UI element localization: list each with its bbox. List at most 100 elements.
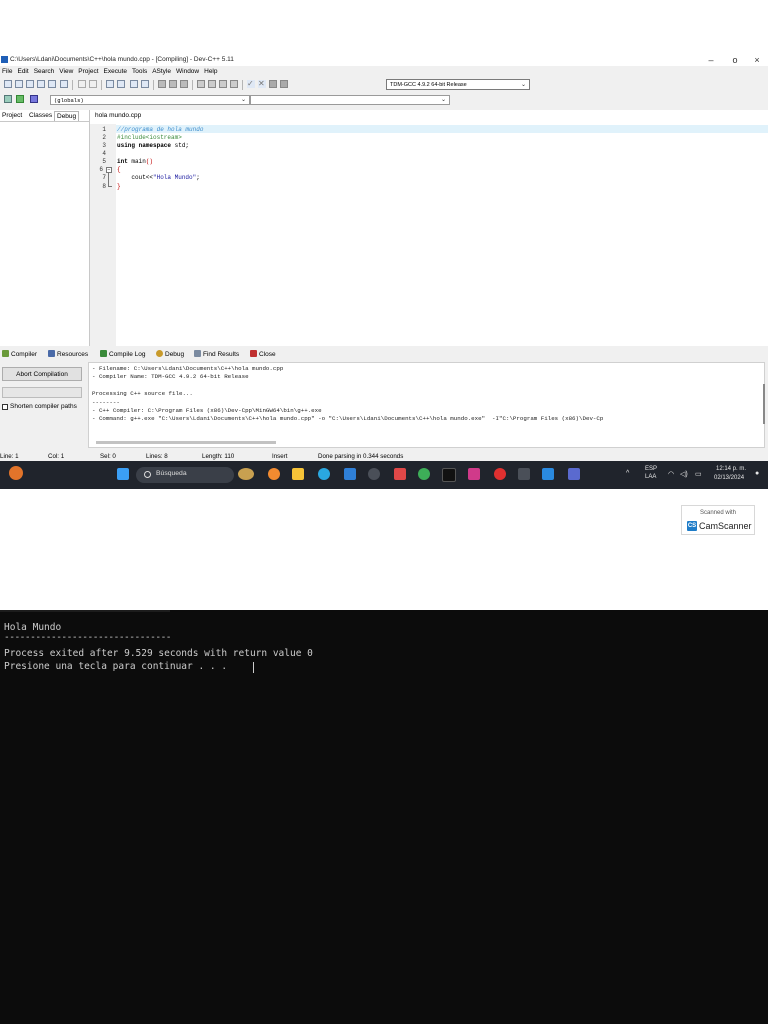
compile-icon[interactable]	[158, 80, 166, 88]
clock-time[interactable]: 12:14 p. m.	[716, 466, 746, 472]
menu-help[interactable]: Help	[204, 67, 217, 77]
toggle-bookmark-icon[interactable]	[16, 95, 24, 103]
status-length: Length: 110	[202, 453, 235, 460]
tab-classes[interactable]: Classes	[27, 111, 54, 120]
save-all-icon[interactable]	[37, 80, 45, 88]
clock-date[interactable]: 02/13/2024	[714, 475, 744, 481]
chrome-icon[interactable]	[418, 468, 430, 480]
cancel-icon[interactable]: ✕	[258, 80, 266, 88]
tab-debug[interactable]: Debug	[54, 111, 80, 121]
menu-search[interactable]: Search	[34, 67, 55, 77]
game-app-icon[interactable]	[238, 468, 254, 480]
project-options-icon[interactable]	[269, 80, 277, 88]
insert-icon[interactable]	[4, 95, 12, 103]
menu-window[interactable]: Window	[176, 67, 199, 77]
minimize-button[interactable]: –	[700, 54, 722, 66]
print-icon[interactable]	[60, 80, 68, 88]
paint-icon[interactable]	[268, 468, 280, 480]
chevron-down-icon: ⌄	[520, 82, 526, 88]
menu-execute[interactable]: Execute	[104, 67, 128, 77]
search-icon	[144, 471, 151, 478]
toolbar-divider	[72, 80, 73, 90]
tab-hola-mundo-cpp[interactable]: hola mundo.cpp	[92, 111, 145, 120]
tab-close[interactable]: Close	[250, 350, 276, 358]
code-line-5: int main()	[117, 158, 153, 165]
abort-compilation-button[interactable]: Abort Compilation	[2, 367, 82, 381]
code-text: ;	[196, 174, 200, 181]
rebuild-icon[interactable]	[280, 80, 288, 88]
volume-icon[interactable]: ◁)	[680, 470, 688, 478]
maximize-button[interactable]: o	[724, 54, 746, 66]
menu-tools[interactable]: Tools	[132, 67, 147, 77]
find-icon[interactable]	[106, 80, 114, 88]
new-class-icon[interactable]	[230, 80, 238, 88]
code-line-2: #include<iostream>	[117, 134, 182, 141]
undo-icon[interactable]	[78, 80, 86, 88]
tab-project[interactable]: Project	[0, 111, 24, 120]
store-icon[interactable]	[344, 468, 356, 480]
redo-icon[interactable]	[89, 80, 97, 88]
tab-resources[interactable]: Resources	[48, 350, 88, 358]
open-file-icon[interactable]	[15, 80, 23, 88]
tiktok-icon[interactable]	[442, 468, 456, 482]
dell-icon[interactable]	[368, 468, 380, 480]
function-select[interactable]: ⌄	[250, 95, 450, 105]
compile-run-icon[interactable]	[180, 80, 188, 88]
chevron-up-icon[interactable]: ^	[626, 470, 629, 477]
fold-collapse-icon[interactable]: −	[106, 167, 112, 173]
goto-bookmark-icon[interactable]	[30, 95, 38, 103]
console-window[interactable]: Hola Mundo -----------------------------…	[0, 610, 768, 1024]
menu-file[interactable]: File	[2, 67, 12, 77]
resources-icon	[48, 350, 55, 357]
goto-line-icon[interactable]	[130, 80, 138, 88]
tab-debug-bottom[interactable]: Debug	[156, 350, 184, 358]
console-output-line: Process exited after 9.529 seconds with …	[4, 648, 313, 659]
close-window-button[interactable]: ×	[746, 54, 768, 66]
edge-icon[interactable]	[318, 468, 330, 480]
menu-project[interactable]: Project	[78, 67, 98, 77]
close-file-icon[interactable]	[48, 80, 56, 88]
tab-label: Find Results	[203, 351, 240, 358]
check-icon[interactable]: ✓	[247, 80, 255, 88]
status-lines: Lines: 8	[146, 453, 168, 460]
shorten-paths-checkbox[interactable]	[2, 404, 8, 410]
tab-find-results[interactable]: Find Results	[194, 350, 239, 358]
menu-astyle[interactable]: AStyle	[152, 67, 171, 77]
wifi-icon[interactable]: ◠	[668, 470, 674, 478]
start-menu-icon[interactable]	[117, 468, 129, 480]
save-icon[interactable]	[26, 80, 34, 88]
code-editor[interactable]	[90, 110, 768, 346]
mcafee-icon[interactable]	[394, 468, 406, 480]
debug-icon[interactable]	[197, 80, 205, 88]
file-explorer-icon[interactable]	[292, 468, 304, 480]
tab-compiler[interactable]: Compiler	[2, 350, 37, 358]
horizontal-scrollbar[interactable]	[96, 441, 276, 444]
check-syntax-icon[interactable]	[219, 80, 227, 88]
devcpp-taskbar-icon[interactable]	[568, 468, 580, 480]
menu-view[interactable]: View	[59, 67, 73, 77]
terminal-icon[interactable]	[518, 468, 530, 480]
keyboard-layout[interactable]: LAA	[645, 474, 656, 480]
search-placeholder: Búsqueda	[156, 470, 187, 477]
opera-icon[interactable]	[494, 468, 506, 480]
vertical-scrollbar[interactable]	[763, 384, 765, 424]
replace-icon[interactable]	[117, 80, 125, 88]
compile-log[interactable]: - Filename: C:\Users\Ldani\Documents\C++…	[88, 362, 765, 448]
class-scope-select[interactable]: (globals) ⌄	[50, 95, 250, 105]
menu-edit[interactable]: Edit	[17, 67, 28, 77]
keyboard-language[interactable]: ESP	[645, 466, 657, 472]
tab-label: Resources	[57, 351, 89, 358]
run-icon[interactable]	[169, 80, 177, 88]
compiler-select[interactable]: TDM-GCC 4.9.2 64-bit Release ⌄	[386, 79, 530, 90]
widgets-icon[interactable]	[9, 466, 23, 480]
add-to-project-icon[interactable]	[141, 80, 149, 88]
instagram-icon[interactable]	[468, 468, 480, 480]
vscode-icon[interactable]	[542, 468, 554, 480]
new-file-icon[interactable]	[4, 80, 12, 88]
tab-compile-log[interactable]: Compile Log	[100, 350, 146, 358]
profile-icon[interactable]	[208, 80, 216, 88]
notification-icon[interactable]: ●	[755, 470, 759, 477]
battery-icon[interactable]: ▭	[695, 470, 702, 478]
debug-check-icon	[156, 350, 163, 357]
code-line-6: {	[117, 166, 121, 173]
